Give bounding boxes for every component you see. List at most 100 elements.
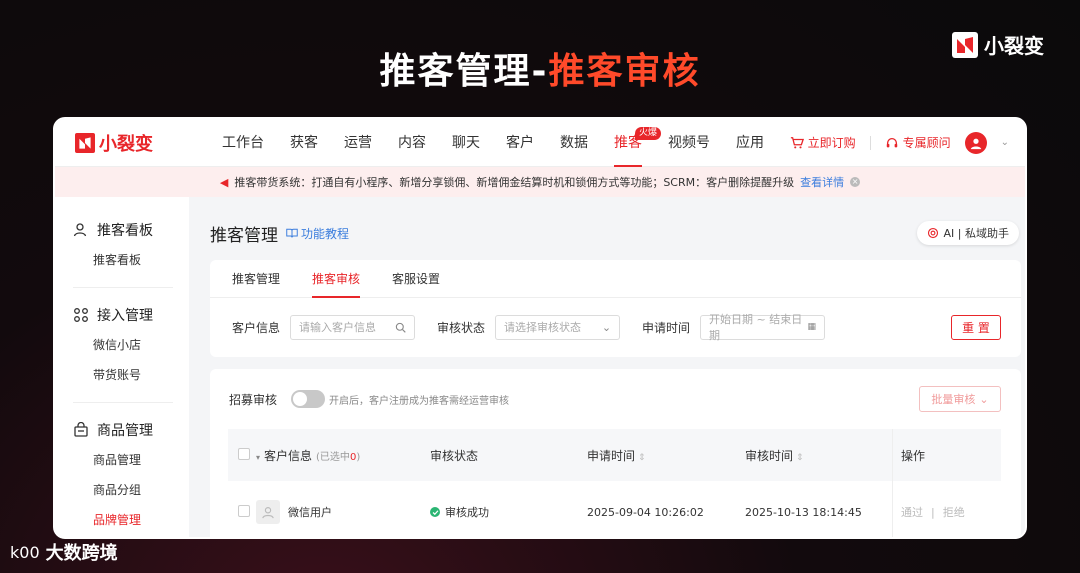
close-icon[interactable]: ×	[850, 177, 861, 187]
footer-brand-name: 大数跨境	[45, 543, 118, 564]
batch-review-label: 批量审核	[931, 393, 976, 406]
header-review-time-label: 审核时间	[745, 448, 794, 463]
row-ops: 通过 | 拒绝	[892, 481, 1001, 537]
customer-filter-label: 客户信息	[232, 320, 281, 335]
calendar-icon: ▦	[807, 322, 817, 332]
sidebar-item-wechat-shop[interactable]: 微信小店	[73, 330, 189, 360]
row-select-cell	[228, 504, 256, 520]
nav-item-workbench[interactable]: 工作台	[209, 119, 277, 167]
header-review-time[interactable]: 审核时间 ⇕	[745, 447, 892, 464]
nav-right: 立即订购 专属顾问 ⌄	[790, 131, 1009, 154]
batch-review-button[interactable]: 批量审核 ⌄	[919, 386, 1001, 412]
sidebar-item-product-group[interactable]: 商品分组	[73, 475, 189, 505]
app-logo-icon	[75, 132, 95, 153]
advisor-button[interactable]: 专属顾问	[885, 134, 951, 151]
reset-button[interactable]: 重 置	[951, 314, 1001, 340]
status-select[interactable]: 请选择审核状态 ⌄	[495, 314, 621, 340]
header-status: 审核状态	[430, 448, 479, 463]
notice-text: 推客带货系统：打通自有小程序、新增分享锁佣、新增佣金结算时机和锁佣方式等功能；S…	[234, 176, 795, 189]
row-apply-time: 2025-09-04 10:26:02	[587, 505, 704, 519]
recruit-review-row: 招募审核 开启后，客户注册成为推客需经运营审核 批量审核 ⌄	[210, 369, 1021, 429]
nav-item-data[interactable]: 数据	[547, 119, 601, 167]
sidebar-divider	[73, 402, 173, 403]
app-window: 小裂变 工作台 获客 运营 内容 聊天 客户 数据 推客 火爆 视频号 应用 立即…	[53, 117, 1027, 539]
nav-item-operate[interactable]: 运营	[331, 119, 385, 167]
top-nav: 小裂变 工作台 获客 运营 内容 聊天 客户 数据 推客 火爆 视频号 应用 立即…	[55, 119, 1025, 167]
sidebar-divider	[73, 287, 173, 288]
search-icon	[395, 322, 406, 333]
filter-card: 推客管理 推客审核 客服设置 客户信息 请输入客户信息 审核状态 请选择审核状态…	[210, 260, 1021, 357]
notice-link[interactable]: 查看详情	[800, 174, 844, 190]
sidebar-item-sales-account[interactable]: 带货账号	[73, 360, 189, 390]
status-text: 审核成功	[445, 506, 489, 519]
tab-service-settings[interactable]: 客服设置	[382, 260, 450, 297]
ai-assistant-label: AI | 私域助手	[943, 227, 1009, 240]
check-circle-icon	[430, 507, 440, 517]
selected-count: (已选中0)	[316, 452, 360, 463]
book-icon	[286, 228, 298, 238]
date-range-placeholder: 开始日期 ~ 结束日期	[709, 313, 803, 342]
ai-assistant-button[interactable]: AI | 私域助手	[916, 221, 1019, 245]
sidebar-group-dashboard: 推客看板 推客看板	[55, 215, 189, 281]
customer-search-input[interactable]: 请输入客户信息	[290, 314, 416, 340]
user-avatar[interactable]	[964, 131, 987, 154]
chevron-down-icon[interactable]: ⌄	[1001, 137, 1009, 148]
select-all-checkbox[interactable]	[238, 447, 250, 460]
recruit-review-toggle[interactable]	[291, 390, 326, 408]
nav-item-channels[interactable]: 视频号	[655, 119, 723, 167]
tutorial-label: 功能教程	[301, 226, 350, 241]
header-apply-time[interactable]: 申请时间 ⇕	[587, 447, 745, 464]
date-range-picker[interactable]: 开始日期 ~ 结束日期 ▦	[700, 313, 826, 342]
ai-icon	[927, 227, 938, 239]
sidebar-item-product-manage[interactable]: 商品管理	[73, 445, 189, 475]
customer-avatar	[256, 500, 280, 524]
order-button[interactable]: 立即订购	[790, 134, 856, 151]
nav-item-customer[interactable]: 客户	[493, 119, 547, 167]
slide-title-part1: 推客管理-	[379, 51, 549, 92]
tab-tuike-review[interactable]: 推客审核	[302, 260, 370, 298]
main-nav: 工作台 获客 运营 内容 聊天 客户 数据 推客 火爆 视频号 应用	[209, 119, 790, 167]
header-customer-label: 客户信息	[264, 448, 313, 463]
brand-name: 小裂变	[984, 34, 1044, 58]
sidebar-group-title[interactable]: 推客看板	[73, 215, 189, 245]
nav-item-tuike[interactable]: 推客 火爆	[601, 119, 661, 167]
table-header: ▾ 客户信息 (已选中0) 审核状态 申请时间 ⇕ 审核时间 ⇕ 操作	[228, 429, 1001, 481]
approve-button[interactable]: 通过	[901, 504, 923, 520]
selected-count-prefix: (已选中	[316, 451, 350, 463]
slide-title-part2: 推客审核	[548, 51, 701, 92]
selected-count-suffix: )	[356, 451, 361, 463]
select-all-cell	[228, 447, 256, 463]
sidebar-group-products: 商品管理 商品管理 商品分组 品牌管理	[55, 415, 189, 537]
chevron-down-icon: ⌄	[979, 392, 989, 406]
sidebar-group-title[interactable]: 接入管理	[73, 300, 189, 330]
ops-divider: |	[931, 505, 935, 519]
header-customer: ▾ 客户信息 (已选中0)	[256, 447, 430, 464]
tab-tuike-manage[interactable]: 推客管理	[222, 260, 290, 297]
footer-logo-icon: k00	[10, 542, 40, 562]
megaphone-icon: ◀	[219, 175, 229, 189]
sort-icon: ⇕	[638, 452, 646, 463]
brand-logo-icon	[952, 31, 978, 58]
select-menu-icon[interactable]: ▾	[256, 453, 260, 462]
nav-item-content[interactable]: 内容	[385, 119, 439, 167]
nav-item-apps[interactable]: 应用	[723, 119, 777, 167]
sidebar-group-title[interactable]: 商品管理	[73, 415, 189, 445]
nav-item-chat[interactable]: 聊天	[439, 119, 493, 167]
sidebar: 推客看板 推客看板 接入管理 微信小店 带货账号 商品管理 商品管理 商品分组 …	[55, 197, 189, 537]
app-logo[interactable]: 小裂变	[75, 130, 209, 156]
tutorial-link[interactable]: 功能教程	[286, 225, 349, 242]
reject-button[interactable]: 拒绝	[943, 504, 965, 520]
row-checkbox[interactable]	[238, 504, 250, 517]
nav-item-acquire[interactable]: 获客	[277, 119, 331, 167]
app-logo-name: 小裂变	[99, 133, 153, 155]
notice-bar: ◀ 推客带货系统：打通自有小程序、新增分享锁佣、新增佣金结算时机和锁佣方式等功能…	[55, 167, 1025, 197]
nav-divider	[869, 135, 871, 150]
sidebar-item-brand-manage[interactable]: 品牌管理	[73, 505, 189, 535]
headset-icon	[886, 137, 897, 147]
order-label: 立即订购	[807, 136, 856, 150]
sidebar-item-dashboard[interactable]: 推客看板	[73, 245, 189, 275]
user-placeholder-icon	[262, 507, 274, 519]
row-review-time: 2025-10-13 18:14:45	[745, 505, 862, 519]
chevron-down-icon: ⌄	[601, 320, 612, 334]
filter-bar: 客户信息 请输入客户信息 审核状态 请选择审核状态 ⌄ 申请时间 开始日期 ~ …	[210, 298, 1021, 356]
